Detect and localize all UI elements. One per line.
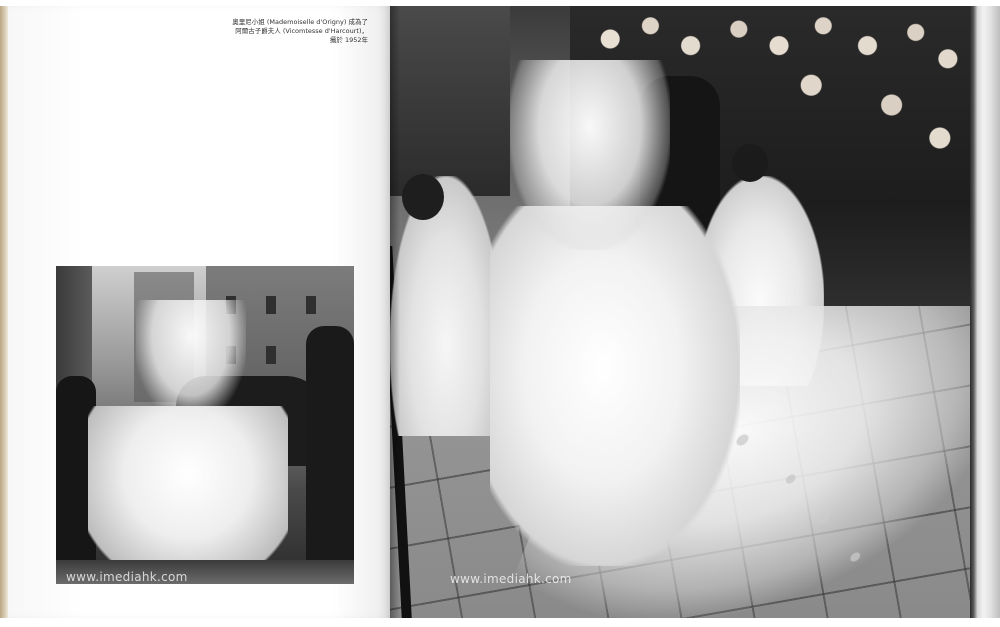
bride-veil — [510, 60, 670, 250]
flower-girl-left — [390, 176, 502, 436]
bride-veil — [136, 300, 246, 420]
flower-girl-right-head — [732, 144, 768, 182]
right-page-edge — [970, 6, 1000, 618]
small-wedding-photo: www.imediahk.com — [56, 266, 354, 584]
caption-line-3: 攝於 1952年 — [329, 36, 368, 44]
bride-dress — [88, 406, 288, 576]
left-page-edge — [0, 6, 8, 618]
caption-line-1: 奧里尼小姐 (Mademoiselle d'Origny) 成為了 — [232, 18, 368, 26]
large-wedding-photo: www.imediahk.com — [390, 6, 972, 618]
crowd-background-left — [390, 6, 510, 196]
book-gutter-shadow — [390, 6, 400, 618]
groom-figure — [306, 326, 354, 584]
open-book-spread: 奧里尼小姐 (Mademoiselle d'Origny) 成為了 阿爾古子爵夫… — [0, 0, 1000, 627]
caption-line-2: 阿爾古子爵夫人 (Vicomtesse d'Harcourt)， — [235, 27, 368, 35]
watermark-right: www.imediahk.com — [450, 572, 572, 586]
window — [306, 296, 316, 314]
bride-dress — [490, 206, 740, 566]
photo-caption: 奧里尼小姐 (Mademoiselle d'Origny) 成為了 阿爾古子爵夫… — [188, 18, 368, 45]
watermark-left: www.imediahk.com — [66, 570, 188, 584]
flower-girl-left-head — [402, 174, 444, 220]
window — [266, 296, 276, 314]
window — [266, 346, 276, 364]
